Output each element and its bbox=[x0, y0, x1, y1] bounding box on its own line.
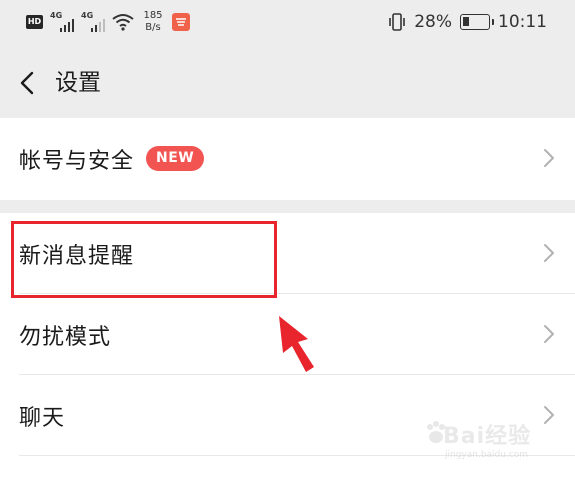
signal-bars-icon bbox=[60, 19, 74, 32]
notification-glyph-icon bbox=[176, 18, 186, 26]
battery-level bbox=[463, 17, 469, 26]
wifi-icon bbox=[112, 14, 134, 31]
settings-item-label: 新消息提醒 bbox=[19, 243, 135, 269]
row-divider bbox=[19, 455, 575, 456]
chevron-left-icon bbox=[20, 71, 34, 95]
app-notification-icon bbox=[172, 13, 190, 31]
back-button[interactable] bbox=[12, 68, 42, 98]
signal-bars-icon bbox=[91, 19, 105, 32]
network-speed: 185 B/s bbox=[141, 10, 165, 34]
signal-icon-2: 4G bbox=[81, 11, 105, 32]
status-bar: HD 4G 4G 185 B/s 28% 10:11 bbox=[0, 0, 575, 46]
settings-item-label: 帐号与安全 bbox=[19, 148, 135, 174]
chevron-right-icon bbox=[544, 406, 554, 424]
chevron-right-icon bbox=[544, 325, 554, 343]
settings-group-account: 帐号与安全 NEW bbox=[0, 118, 575, 200]
battery-icon bbox=[460, 14, 494, 30]
battery-percent: 28% bbox=[414, 12, 452, 32]
status-left: HD 4G 4G 185 B/s bbox=[26, 10, 190, 34]
clock: 10:11 bbox=[498, 12, 547, 32]
new-badge: NEW bbox=[146, 146, 205, 171]
network-speed-value: 185 bbox=[143, 10, 163, 21]
settings-group-general: 新消息提醒 勿扰模式 聊天 bbox=[0, 213, 575, 480]
settings-item-account-security[interactable]: 帐号与安全 NEW bbox=[0, 118, 575, 199]
status-right: 28% 10:11 bbox=[388, 12, 547, 32]
vibrate-icon bbox=[389, 13, 406, 31]
settings-item-new-message-alerts[interactable]: 新消息提醒 bbox=[0, 213, 575, 294]
hd-icon: HD bbox=[26, 15, 43, 29]
signal-icon: 4G bbox=[50, 11, 74, 32]
page-title: 设置 bbox=[55, 70, 101, 96]
settings-item-chat[interactable]: 聊天 bbox=[0, 375, 575, 456]
settings-item-label: 聊天 bbox=[19, 405, 66, 431]
navigation-bar: 设置 bbox=[0, 46, 575, 118]
settings-item-do-not-disturb[interactable]: 勿扰模式 bbox=[0, 294, 575, 375]
chevron-right-icon bbox=[544, 149, 554, 167]
chevron-right-icon bbox=[544, 244, 554, 262]
settings-item-label: 勿扰模式 bbox=[19, 324, 112, 350]
network-speed-unit: B/s bbox=[145, 22, 161, 33]
